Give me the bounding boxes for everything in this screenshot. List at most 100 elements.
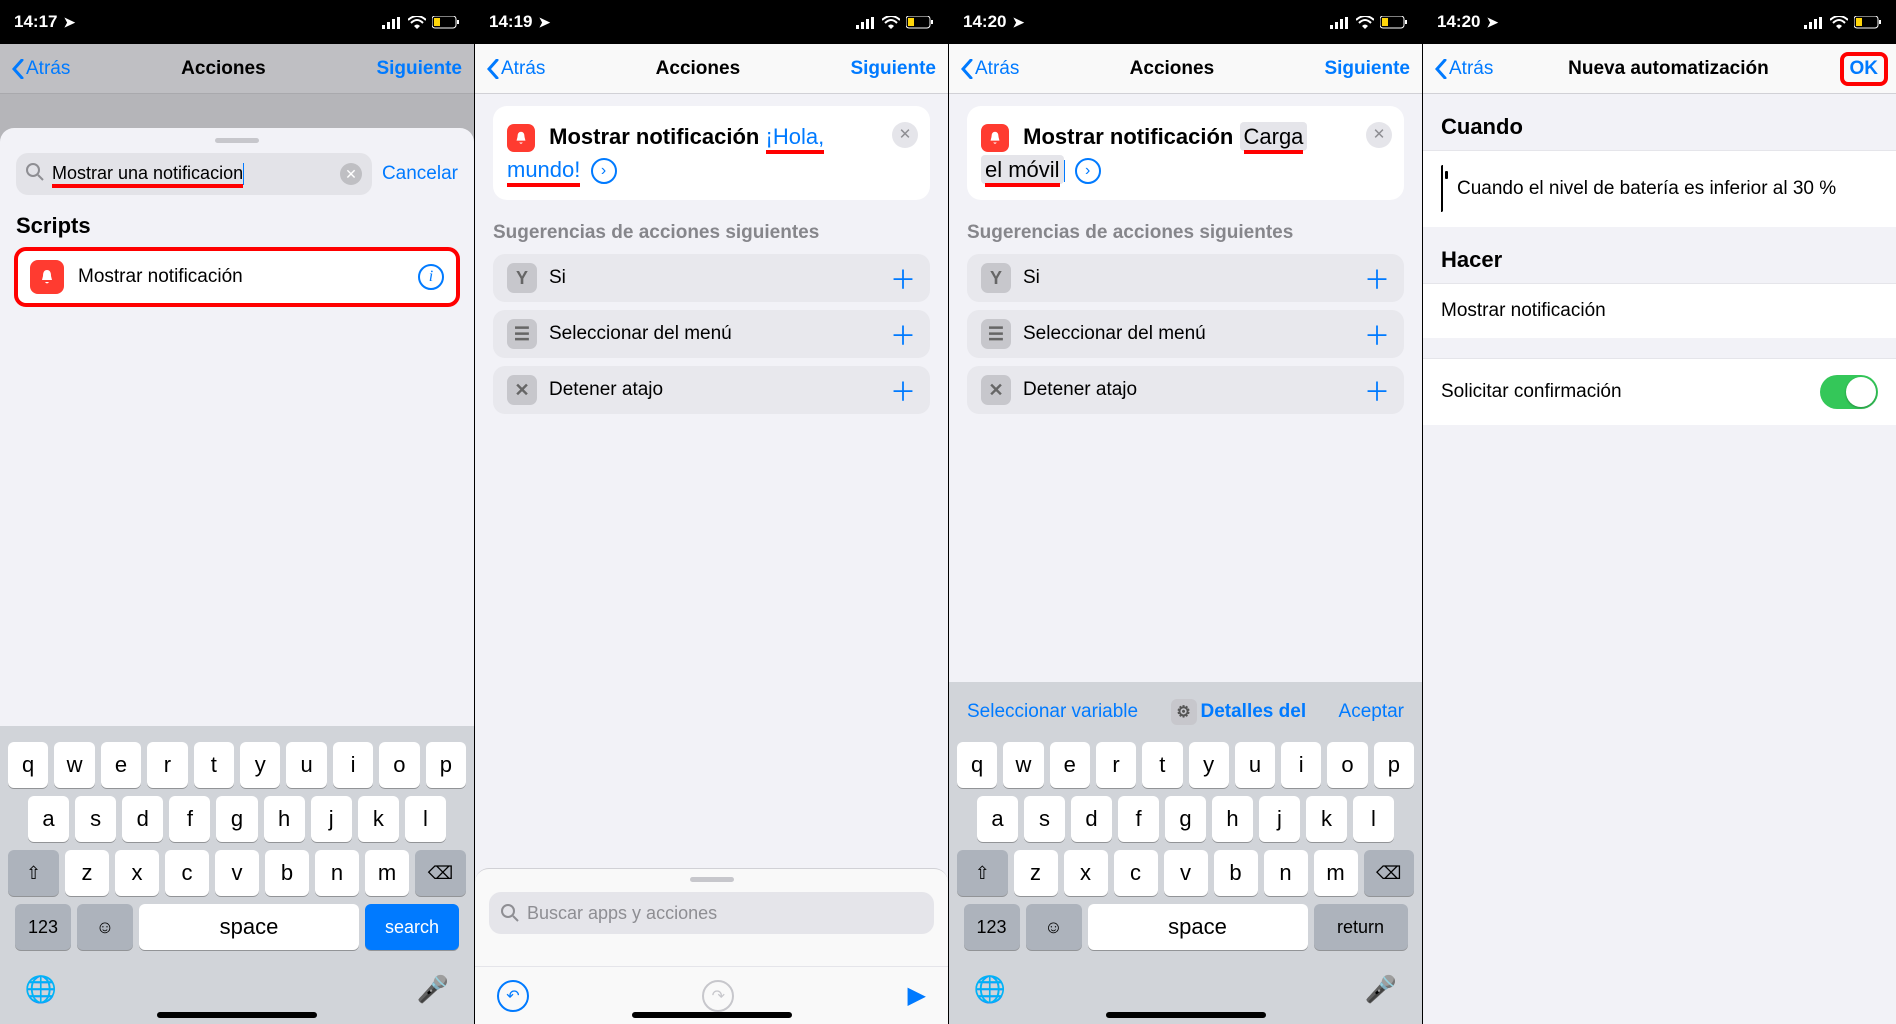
globe-icon[interactable]: 🌐 [24,972,58,1006]
key-x[interactable]: x [115,850,159,896]
key-s[interactable]: s [1024,796,1065,842]
key-r[interactable]: r [147,742,187,788]
key-i[interactable]: i [1281,742,1321,788]
keyboard[interactable]: Seleccionar variable ⚙ Detalles del Acep… [949,682,1422,1024]
suggestion-stop[interactable]: ✕ Detener atajo ＋ [967,366,1404,414]
next-button[interactable]: Siguiente [1324,58,1410,80]
shift-key[interactable]: ⇧ [957,850,1008,896]
key-w[interactable]: w [1003,742,1043,788]
key-a[interactable]: a [28,796,69,842]
key-k[interactable]: k [358,796,399,842]
key-c[interactable]: c [165,850,209,896]
key-y[interactable]: y [1189,742,1229,788]
action-param-line1[interactable]: Carga [1244,124,1304,154]
key-f[interactable]: f [1118,796,1159,842]
key-k[interactable]: k [1306,796,1347,842]
return-key[interactable]: return [1314,904,1408,950]
key-p[interactable]: p [1374,742,1414,788]
key-w[interactable]: w [54,742,94,788]
key-f[interactable]: f [169,796,210,842]
key-x[interactable]: x [1064,850,1108,896]
back-button[interactable]: Atrás [1435,58,1493,80]
add-icon[interactable]: ＋ [890,260,916,297]
key-v[interactable]: v [215,850,259,896]
remove-action-icon[interactable]: ✕ [1366,122,1392,148]
key-l[interactable]: l [1353,796,1394,842]
suggestion-stop[interactable]: ✕ Detener atajo ＋ [493,366,930,414]
sheet-grabber[interactable] [690,877,734,882]
key-a[interactable]: a [977,796,1018,842]
key-n[interactable]: n [1264,850,1308,896]
shift-key[interactable]: ⇧ [8,850,59,896]
key-i[interactable]: i [333,742,373,788]
key-t[interactable]: t [194,742,234,788]
confirm-toggle[interactable] [1820,375,1878,409]
search-key[interactable]: search [365,904,459,950]
key-b[interactable]: b [265,850,309,896]
search-input[interactable]: Mostrar una notificacion ✕ [16,153,372,195]
key-u[interactable]: u [1235,742,1275,788]
key-d[interactable]: d [122,796,163,842]
add-icon[interactable]: ＋ [890,372,916,409]
when-condition-row[interactable]: Cuando el nivel de batería es inferior a… [1423,150,1896,227]
key-l[interactable]: l [405,796,446,842]
key-d[interactable]: d [1071,796,1112,842]
num-key[interactable]: 123 [15,904,71,950]
suggestion-menu[interactable]: ☰ Seleccionar del menú ＋ [493,310,930,358]
clear-icon[interactable]: ✕ [340,163,362,185]
bottom-sheet[interactable]: Buscar apps y acciones ↶ ↷ ▶ [475,868,948,1024]
back-button[interactable]: Atrás [961,58,1019,80]
key-q[interactable]: q [957,742,997,788]
remove-action-icon[interactable]: ✕ [892,122,918,148]
key-g[interactable]: g [1165,796,1206,842]
home-indicator[interactable] [1106,1012,1266,1018]
key-t[interactable]: t [1142,742,1182,788]
key-u[interactable]: u [286,742,326,788]
key-o[interactable]: o [1327,742,1367,788]
cancel-button[interactable]: Cancelar [382,163,458,185]
kbd-center-suggestion[interactable]: Detalles del [1201,701,1307,723]
suggestion-menu[interactable]: ☰ Seleccionar del menú ＋ [967,310,1404,358]
keyboard[interactable]: q w e r t y u i o p a s d f g h j k l ⇧ … [0,726,474,1024]
do-action-row[interactable]: Mostrar notificación [1423,283,1896,338]
key-v[interactable]: v [1164,850,1208,896]
key-e[interactable]: e [1050,742,1090,788]
home-indicator[interactable] [632,1012,792,1018]
key-y[interactable]: y [240,742,280,788]
back-button[interactable]: Atrás [12,58,70,80]
key-c[interactable]: c [1114,850,1158,896]
bottom-search-input[interactable]: Buscar apps y acciones [489,892,934,934]
emoji-key[interactable]: ☺ [1026,904,1082,950]
suggestion-if[interactable]: Y Si ＋ [493,254,930,302]
add-icon[interactable]: ＋ [890,316,916,353]
key-o[interactable]: o [379,742,419,788]
select-variable-button[interactable]: Seleccionar variable [967,701,1138,723]
key-m[interactable]: m [365,850,409,896]
undo-button[interactable]: ↶ [497,980,529,1012]
info-icon[interactable]: i [418,264,444,290]
home-indicator[interactable] [157,1012,317,1018]
key-e[interactable]: e [101,742,141,788]
result-show-notification[interactable]: Mostrar notificación i [16,249,458,305]
mic-icon[interactable]: 🎤 [1364,972,1398,1006]
suggestion-if[interactable]: Y Si ＋ [967,254,1404,302]
key-r[interactable]: r [1096,742,1136,788]
key-q[interactable]: q [8,742,48,788]
ok-button[interactable]: OK [1844,56,1885,82]
back-button[interactable]: Atrás [487,58,545,80]
expand-icon[interactable]: › [591,158,617,184]
backspace-key[interactable]: ⌫ [1364,850,1415,896]
add-icon[interactable]: ＋ [1364,260,1390,297]
key-h[interactable]: h [264,796,305,842]
emoji-key[interactable]: ☺ [77,904,133,950]
key-s[interactable]: s [75,796,116,842]
globe-icon[interactable]: 🌐 [973,972,1007,1006]
accept-button[interactable]: Aceptar [1339,701,1404,723]
add-icon[interactable]: ＋ [1364,316,1390,353]
space-key[interactable]: space [139,904,359,950]
key-m[interactable]: m [1314,850,1358,896]
key-p[interactable]: p [426,742,466,788]
action-param-line2[interactable]: el móvil [985,157,1060,187]
play-button[interactable]: ▶ [908,981,926,1010]
key-j[interactable]: j [311,796,352,842]
